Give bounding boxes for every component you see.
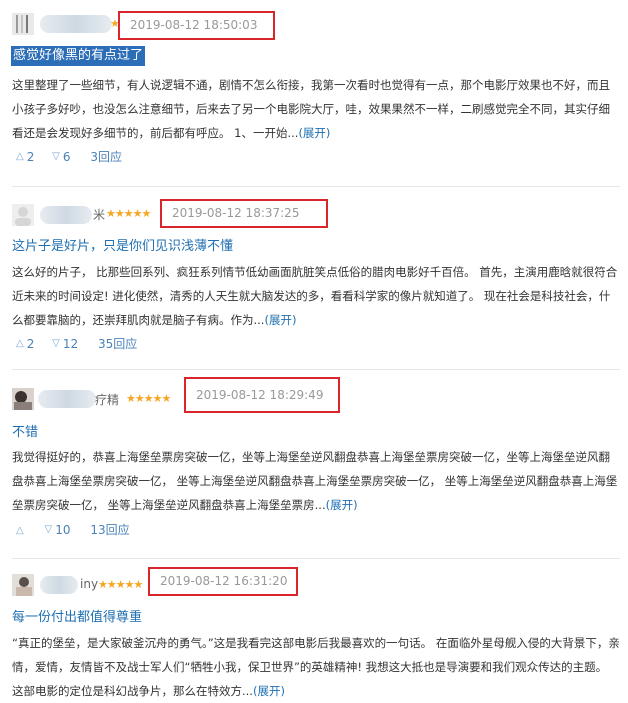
upvote-button[interactable]: △ (16, 523, 27, 537)
user-name[interactable]: iny (80, 577, 98, 591)
replies-link[interactable]: 13回应 (90, 521, 129, 538)
review-timestamp: 2019-08-12 18:37:25 (160, 199, 328, 228)
review-title[interactable]: 每一份付出都值得尊重 (12, 606, 142, 625)
replies-link[interactable]: 3回应 (90, 148, 122, 165)
divider (12, 186, 620, 187)
triangle-up-icon: △ (16, 151, 24, 163)
review-timestamp: 2019-08-12 18:29:49 (184, 377, 340, 413)
divider (12, 369, 620, 370)
user-name-blurred[interactable] (40, 576, 78, 594)
rating-stars: ★★★★★ (98, 578, 143, 591)
upvote-count: 2 (26, 336, 35, 351)
review-body: 这么好的片子， 比那些回系列、疯狂系列情节低幼画面肮脏笑点低俗的腊肉电影好千百倍… (12, 260, 620, 332)
review-body: 这里整理了一些细节，有人说逻辑不通，剧情不怎么衔接，我第一次看时也觉得有一点，那… (12, 73, 620, 145)
user-name-blurred[interactable] (38, 390, 96, 408)
downvote-button[interactable]: ▽ 6 (52, 149, 70, 164)
expand-link[interactable]: (展开) (264, 313, 296, 327)
review-actions: △ 2 ▽ 6 3回应 (16, 148, 122, 165)
review-timestamp: 2019-08-12 18:50:03 (118, 11, 275, 40)
user-name[interactable]: 疗精 (95, 391, 119, 408)
rating-stars: ★★★★★ (126, 392, 171, 405)
downvote-button[interactable]: ▽ 10 (45, 522, 71, 537)
triangle-down-icon: ▽ (52, 151, 60, 163)
review-actions: △ ▽ 10 13回应 (16, 521, 130, 538)
triangle-up-icon: △ (16, 338, 24, 350)
divider (12, 558, 620, 559)
downvote-count: 6 (62, 149, 71, 164)
review-body-text: 我觉得挺好的，恭喜上海堡垒票房突破一亿，坐等上海堡垒逆风翻盘恭喜上海堡垒票房突破… (12, 450, 618, 512)
review-title[interactable]: 不错 (12, 421, 38, 440)
review-actions: △ 2 ▽ 12 35回应 (16, 335, 137, 352)
expand-link[interactable]: (展开) (298, 126, 330, 140)
review-body: “真正的堡垒，是大家破釜沉舟的勇气。”这是我看完这部电影后我最喜欢的一句话。 在… (12, 631, 620, 703)
review-body-text: 这么好的片子， 比那些回系列、疯狂系列情节低幼画面肮脏笑点低俗的腊肉电影好千百倍… (12, 265, 618, 327)
expand-link[interactable]: (展开) (253, 684, 285, 698)
downvote-button[interactable]: ▽ 12 (52, 336, 78, 351)
downvote-count: 10 (55, 522, 71, 537)
upvote-button[interactable]: △ 2 (16, 336, 34, 351)
downvote-count: 12 (62, 336, 79, 351)
user-name[interactable]: 米 (93, 206, 105, 223)
upvote-count: 2 (26, 149, 35, 164)
review-title[interactable]: 这片子是好片，只是你们见识浅薄不懂 (12, 235, 233, 254)
triangle-up-icon: △ (16, 524, 24, 536)
user-avatar[interactable] (12, 388, 34, 410)
upvote-button[interactable]: △ 2 (16, 149, 34, 164)
review-body-text: “真正的堡垒，是大家破釜沉舟的勇气。”这是我看完这部电影后我最喜欢的一句话。 在… (12, 636, 620, 698)
user-avatar[interactable] (12, 574, 34, 596)
rating-stars: ★★★★★ (106, 207, 151, 220)
review-body: 我觉得挺好的，恭喜上海堡垒票房突破一亿，坐等上海堡垒逆风翻盘恭喜上海堡垒票房突破… (12, 445, 620, 517)
user-name-blurred[interactable] (40, 206, 92, 224)
user-avatar[interactable] (12, 204, 34, 226)
review-title[interactable]: 感觉好像黑的有点过了 (11, 46, 146, 66)
review-timestamp: 2019-08-12 16:31:20 (148, 567, 298, 596)
expand-link[interactable]: (展开) (326, 498, 358, 512)
user-name-blurred[interactable] (40, 15, 112, 33)
triangle-down-icon: ▽ (52, 338, 60, 350)
triangle-down-icon: ▽ (44, 524, 53, 536)
replies-link[interactable]: 35回应 (98, 335, 137, 352)
user-avatar[interactable] (12, 13, 34, 35)
